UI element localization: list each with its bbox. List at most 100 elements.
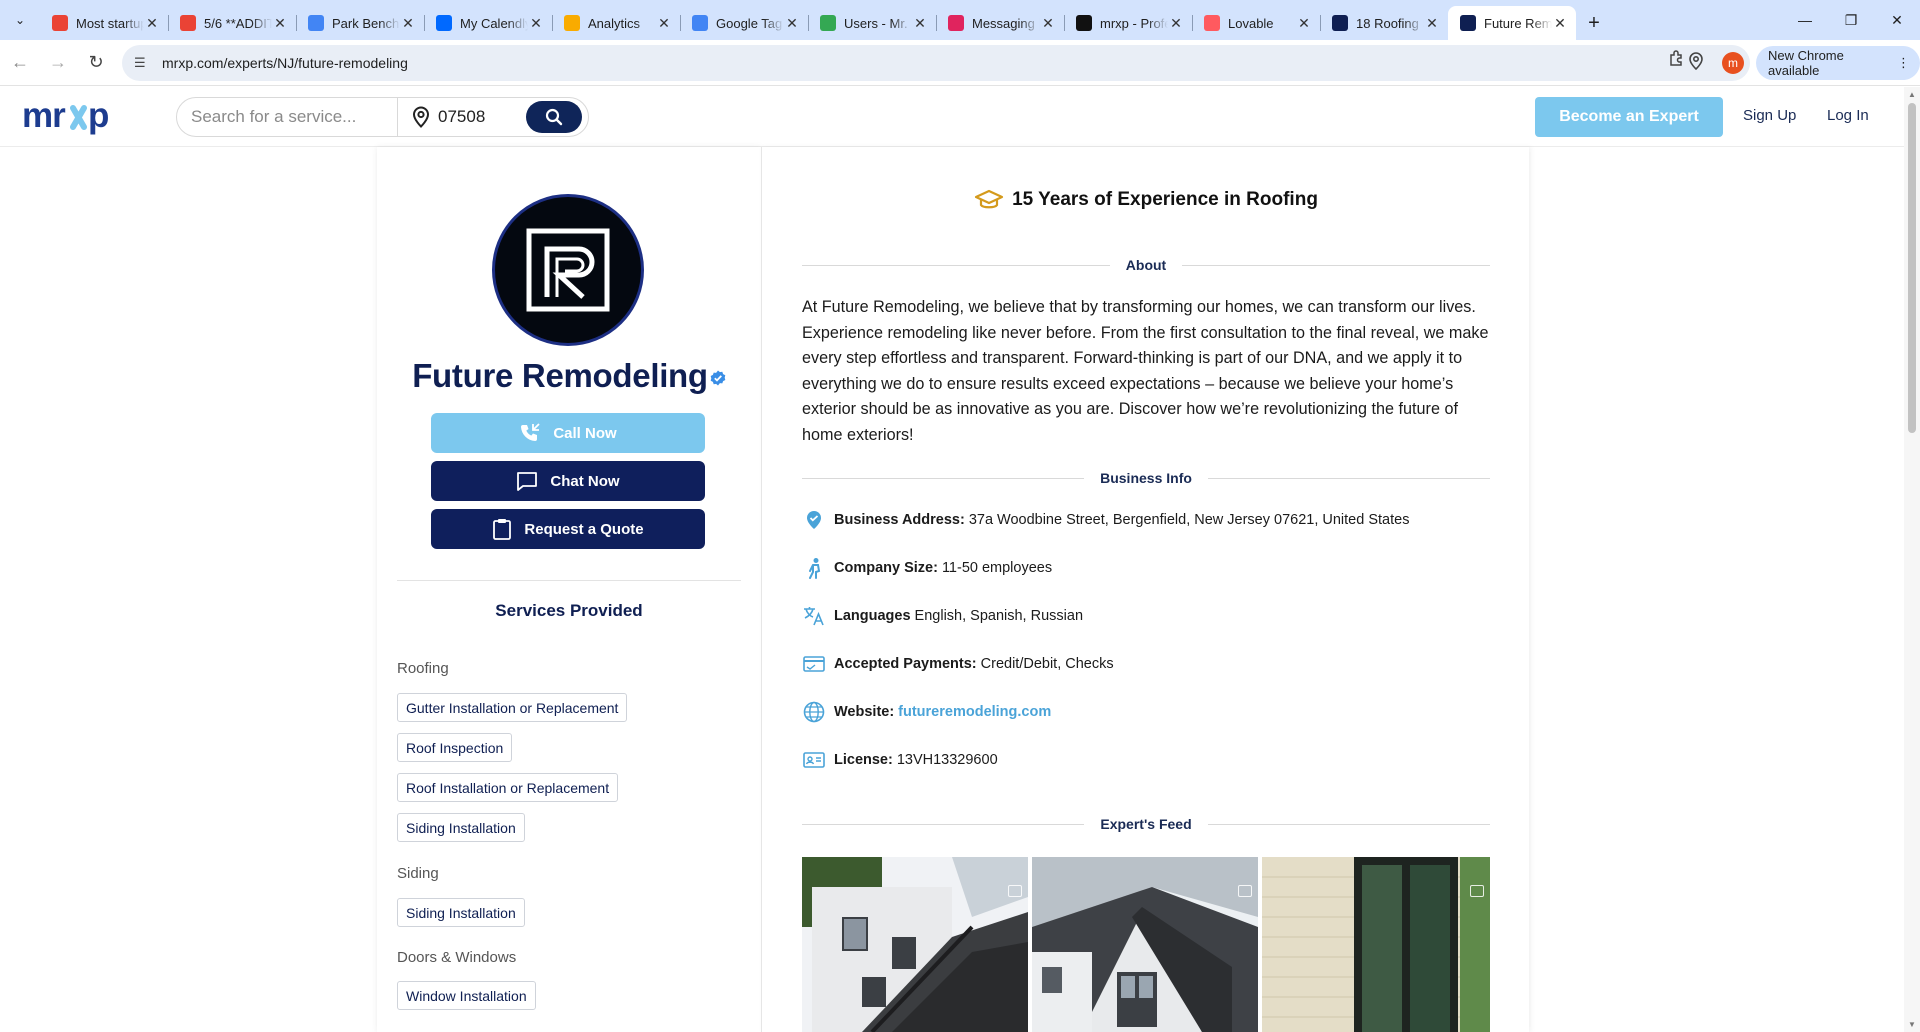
- maximize-button[interactable]: ❐: [1828, 0, 1874, 40]
- website-row: Website: futureremodeling.com: [802, 701, 1051, 723]
- close-tab-icon[interactable]: ✕: [656, 15, 672, 32]
- browser-tab[interactable]: 5/6 **ADDITI ✕: [168, 6, 296, 40]
- location-pin-icon[interactable]: [1688, 51, 1704, 75]
- chrome-update-label: New Chrome available: [1768, 48, 1844, 78]
- feed-image-house-roof[interactable]: [802, 857, 1028, 1032]
- forward-arrow-icon[interactable]: →: [40, 45, 76, 81]
- tab-search-chevron-icon[interactable]: ⌄: [0, 0, 40, 40]
- new-tab-button[interactable]: +: [1576, 6, 1612, 40]
- call-now-button[interactable]: Call Now: [431, 413, 705, 453]
- close-tab-icon[interactable]: ✕: [528, 15, 544, 32]
- browser-tab-title: Messaging |: [972, 15, 1040, 31]
- browser-tab[interactable]: 18 Roofing S ✕: [1320, 6, 1448, 40]
- reload-icon[interactable]: ↻: [78, 45, 114, 81]
- site-header: mr p 07508 Become an Expert Sign Up Log …: [0, 87, 1904, 147]
- scroll-up-arrow-icon[interactable]: ▲: [1908, 90, 1916, 99]
- request-quote-button[interactable]: Request a Quote: [431, 509, 705, 549]
- sign-up-link[interactable]: Sign Up: [1743, 107, 1796, 124]
- p-icon: [1460, 15, 1476, 31]
- browser-tab[interactable]: Users - Mr. E✕: [808, 6, 936, 40]
- browser-tab-title: Google Tag: [716, 15, 783, 31]
- info-label: License:: [834, 752, 893, 768]
- log-in-link[interactable]: Log In: [1827, 107, 1869, 124]
- browser-tab[interactable]: Google Tag ✕: [680, 6, 808, 40]
- close-tab-icon[interactable]: ✕: [1552, 15, 1568, 32]
- service-chip[interactable]: Gutter Installation or Replacement: [397, 693, 628, 722]
- phone-icon: [521, 423, 540, 441]
- info-label: Business Address:: [834, 512, 965, 528]
- service-chip[interactable]: Roof Inspection: [397, 733, 513, 762]
- info-label: Accepted Payments:: [834, 656, 977, 672]
- scrollbar-thumb[interactable]: [1908, 103, 1916, 433]
- close-tab-icon[interactable]: ✕: [1296, 15, 1312, 32]
- languages-row: Languages English, Spanish, Russian: [802, 605, 1083, 627]
- close-tab-icon[interactable]: ✕: [144, 15, 160, 32]
- gmail-icon: [52, 15, 68, 31]
- service-category: Siding: [397, 865, 439, 882]
- feed-image-dormer[interactable]: [1032, 857, 1258, 1032]
- browser-tab[interactable]: My Calendly ✕: [424, 6, 552, 40]
- service-chip[interactable]: Roof Installation or Replacement: [397, 773, 619, 802]
- info-label: Languages: [834, 608, 911, 624]
- lovable-icon: [1204, 15, 1220, 31]
- location-pin-icon: [404, 106, 438, 128]
- become-expert-button[interactable]: Become an Expert: [1535, 97, 1723, 137]
- back-arrow-icon[interactable]: ←: [2, 45, 38, 81]
- close-tab-icon[interactable]: ✕: [1168, 15, 1184, 32]
- business-name: Future Remodeling: [377, 357, 761, 395]
- browser-tab-title: Users - Mr. E: [844, 15, 912, 31]
- browser-tab[interactable]: Analytics ✕: [552, 6, 680, 40]
- search-button[interactable]: [526, 101, 582, 133]
- service-chip[interactable]: Siding Installation: [397, 813, 525, 842]
- company-size-row: Company Size: 11-50 employees: [802, 557, 1052, 579]
- browser-tab[interactable]: Most startup ✕: [40, 6, 168, 40]
- chat-now-label: Chat Now: [550, 472, 620, 490]
- info-value: Credit/Debit, Checks: [980, 656, 1114, 672]
- browser-tab-title: My Calendly: [460, 15, 528, 31]
- info-label: Company Size:: [834, 560, 938, 576]
- service-search-input[interactable]: [177, 98, 397, 136]
- profile-avatar[interactable]: m: [1722, 52, 1744, 74]
- close-tab-icon[interactable]: ✕: [400, 15, 416, 32]
- tag-manager-icon: [692, 15, 708, 31]
- request-quote-label: Request a Quote: [524, 520, 644, 538]
- info-value: 13VH13329600: [896, 752, 998, 768]
- browser-tab[interactable]: Lovable ✕: [1192, 6, 1320, 40]
- multi-image-icon: [1470, 885, 1484, 897]
- close-tab-icon[interactable]: ✕: [912, 15, 928, 32]
- feed-image-siding-window[interactable]: [1262, 857, 1490, 1032]
- scroll-down-arrow-icon[interactable]: ▼: [1908, 1020, 1916, 1029]
- divider-line: [1182, 264, 1490, 266]
- extensions-puzzle-icon[interactable]: [1668, 49, 1686, 72]
- calendly-icon: [436, 15, 452, 31]
- browser-tab-title: 18 Roofing S: [1356, 15, 1424, 31]
- chat-now-button[interactable]: Chat Now: [431, 461, 705, 501]
- info-value: 11-50 employees: [941, 560, 1053, 576]
- close-tab-icon[interactable]: ✕: [1040, 15, 1056, 32]
- page-scrollbar[interactable]: ▲ ▼: [1904, 87, 1920, 1032]
- minimize-button[interactable]: —: [1782, 0, 1828, 40]
- drive-icon: [820, 15, 836, 31]
- website-link[interactable]: futureremodeling.com: [898, 704, 1051, 720]
- business-address-row: Business Address: 37a Woodbine Street, B…: [802, 509, 1409, 531]
- mrxp-logo[interactable]: mr p: [22, 96, 140, 135]
- close-window-button[interactable]: ✕: [1874, 0, 1920, 40]
- chrome-update-button[interactable]: New Chrome available ⋮: [1756, 46, 1920, 80]
- browser-tab[interactable]: mrxp - Profe ✕: [1064, 6, 1192, 40]
- browser-tab-title: Most startup: [76, 15, 144, 31]
- service-chip[interactable]: Window Installation: [397, 981, 536, 1010]
- browser-tab[interactable]: Messaging | ✕: [936, 6, 1064, 40]
- service-chip[interactable]: Siding Installation: [397, 898, 525, 927]
- close-tab-icon[interactable]: ✕: [1424, 15, 1440, 32]
- close-tab-icon[interactable]: ✕: [272, 15, 288, 32]
- browser-tab[interactable]: Future Remo✕: [1448, 6, 1576, 40]
- close-tab-icon[interactable]: ✕: [784, 15, 800, 32]
- address-bar[interactable]: ☰ mrxp.com/experts/NJ/future-remodeling …: [122, 45, 1750, 81]
- url-text[interactable]: mrxp.com/experts/NJ/future-remodeling: [162, 55, 408, 71]
- site-info-icon[interactable]: ☰: [134, 55, 152, 71]
- zip-code-input[interactable]: 07508: [438, 107, 522, 127]
- browser-tab[interactable]: Park Bench - ✕: [296, 6, 424, 40]
- svg-text:p: p: [88, 99, 109, 135]
- kebab-menu-icon[interactable]: ⋮: [1897, 55, 1910, 71]
- clipboard-icon: [493, 519, 512, 540]
